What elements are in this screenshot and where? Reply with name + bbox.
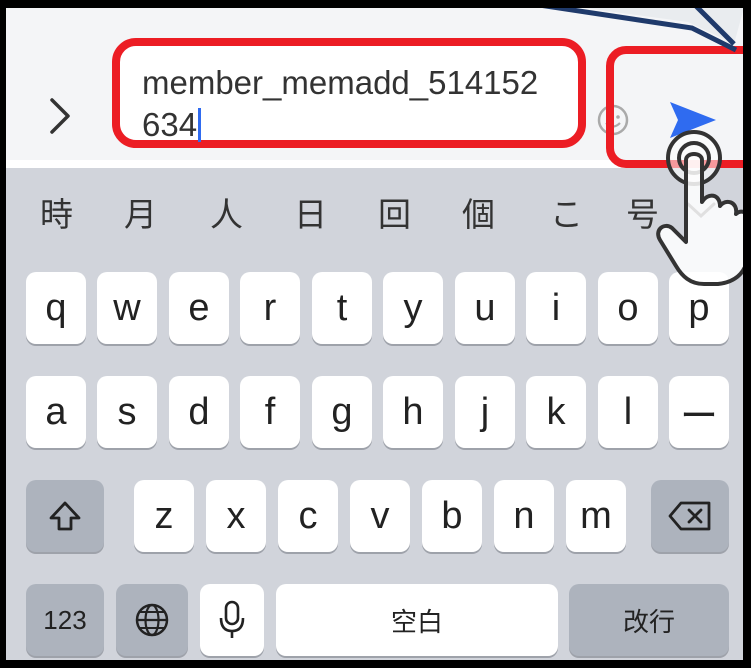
message-text-line-1: member_memadd_514152	[142, 64, 539, 101]
key-d[interactable]: d	[169, 376, 229, 448]
key-y[interactable]: y	[383, 272, 443, 344]
tap-hand-icon	[656, 130, 743, 286]
key-k[interactable]: k	[526, 376, 586, 448]
key-h[interactable]: h	[383, 376, 443, 448]
key-u[interactable]: u	[455, 272, 515, 344]
text-cursor	[198, 108, 202, 142]
backspace-icon	[668, 501, 711, 531]
candidate-item[interactable]: 人	[210, 188, 243, 236]
shift-icon	[49, 501, 81, 531]
key-r[interactable]: r	[240, 272, 300, 344]
candidate-item[interactable]: 日	[294, 188, 327, 236]
key-z[interactable]: z	[134, 480, 194, 552]
key-i[interactable]: i	[526, 272, 586, 344]
globe-icon	[135, 603, 169, 637]
key-s[interactable]: s	[97, 376, 157, 448]
backspace-key[interactable]	[651, 480, 729, 552]
key-w[interactable]: w	[97, 272, 157, 344]
globe-key[interactable]	[116, 584, 188, 656]
keyboard: 時 月 人 日 回 個 こ 号 q w e r t y u i o p a s …	[6, 168, 743, 660]
key-long-vowel[interactable]: ー	[669, 376, 729, 448]
space-key[interactable]: 空白	[276, 584, 558, 656]
key-x[interactable]: x	[206, 480, 266, 552]
key-b[interactable]: b	[422, 480, 482, 552]
key-n[interactable]: n	[494, 480, 554, 552]
candidate-item[interactable]: こ	[550, 188, 583, 236]
key-j[interactable]: j	[455, 376, 515, 448]
microphone-icon	[219, 600, 245, 638]
microphone-key[interactable]	[200, 584, 264, 656]
key-m[interactable]: m	[566, 480, 626, 552]
key-g[interactable]: g	[312, 376, 372, 448]
key-c[interactable]: c	[278, 480, 338, 552]
numbers-key[interactable]: 123	[26, 584, 104, 656]
shift-key[interactable]	[26, 480, 104, 552]
key-l[interactable]: l	[598, 376, 658, 448]
message-text-value: member_memadd_514152 634	[142, 62, 572, 146]
key-q[interactable]: q	[26, 272, 86, 344]
candidate-item[interactable]: 個	[462, 188, 495, 236]
candidate-item[interactable]: 時	[40, 188, 73, 236]
candidate-item[interactable]: 回	[378, 188, 411, 236]
key-t[interactable]: t	[312, 272, 372, 344]
candidate-item[interactable]: 月	[124, 188, 157, 236]
message-text-line-2: 634	[142, 106, 198, 143]
key-a[interactable]: a	[26, 376, 86, 448]
key-e[interactable]: e	[169, 272, 229, 344]
screen: member_memadd_514152 634 時 月 人 日 回 個 こ 号 …	[6, 8, 743, 660]
key-v[interactable]: v	[350, 480, 410, 552]
conversion-candidates-bar: 時 月 人 日 回 個 こ 号	[6, 168, 743, 254]
callout-pointer	[542, 8, 743, 53]
return-key[interactable]: 改行	[569, 584, 729, 656]
chevron-right-icon[interactable]	[46, 92, 74, 140]
key-f[interactable]: f	[240, 376, 300, 448]
